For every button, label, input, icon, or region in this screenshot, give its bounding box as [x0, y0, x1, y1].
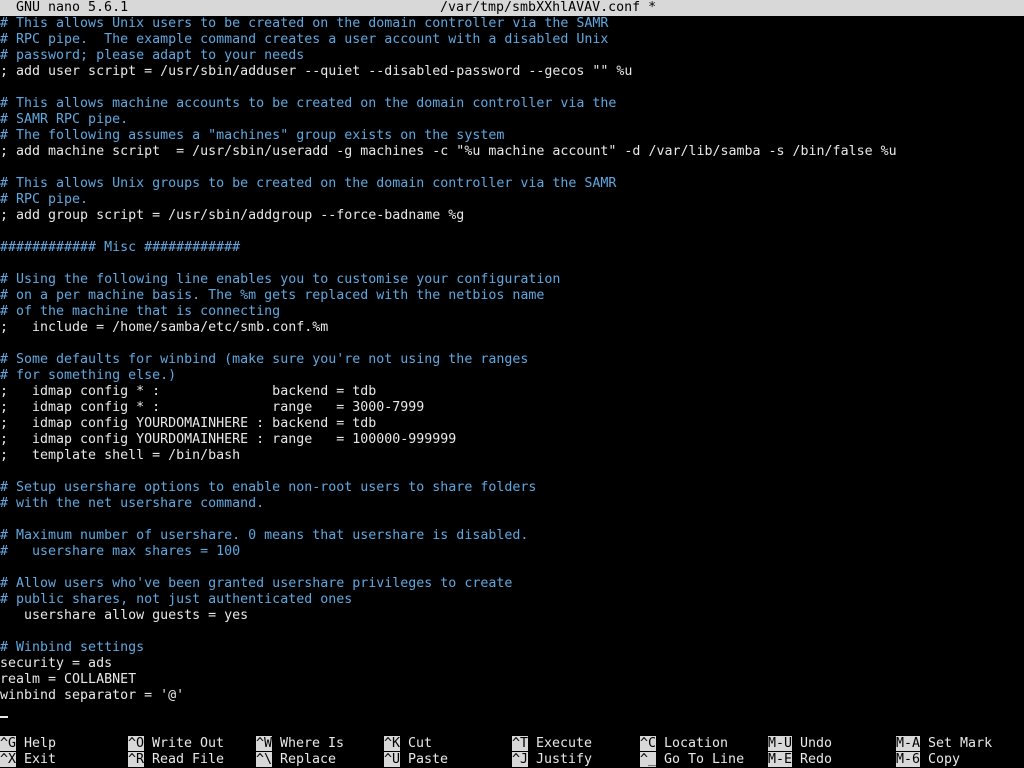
shortcut-key: ^\ — [256, 752, 273, 767]
config-line[interactable] — [0, 512, 1024, 528]
shortcut-location[interactable]: ^C Location — [640, 736, 728, 752]
shortcut-where-is[interactable]: ^W Where Is — [256, 736, 344, 752]
shortcut-key: ^J — [512, 752, 529, 767]
shortcut-key: M-A — [896, 736, 921, 751]
shortcut-undo[interactable]: M-U Undo — [768, 736, 832, 752]
shortcut-label: Where Is — [280, 736, 345, 751]
shortcut-label: Help — [24, 736, 57, 751]
config-line[interactable]: usershare allow guests = yes — [0, 608, 1024, 624]
comment-line[interactable]: # on a per machine basis. The %m gets re… — [0, 288, 1024, 304]
shortcut-label: Set Mark — [928, 736, 993, 751]
shortcut-key: M-6 — [896, 752, 921, 767]
shortcut-bar: ^G Help ^X Exit ^O Write Out ^R Read File ^W Wher… — [0, 736, 1024, 768]
config-line[interactable]: ; add machine script = /usr/sbin/useradd… — [0, 144, 1024, 160]
comment-line[interactable]: # This allows Unix users to be created o… — [0, 16, 1024, 32]
shortcut-label: Justify — [536, 752, 593, 767]
shortcut-key: ^U — [384, 752, 401, 767]
file-name: /var/tmp/smbXXhlAVAV.conf * — [440, 0, 657, 15]
comment-line[interactable]: # The following assumes a "machines" gro… — [0, 128, 1024, 144]
text-cursor — [0, 716, 8, 718]
shortcut-exit[interactable]: ^X Exit — [0, 752, 56, 768]
shortcut-label: Location — [664, 736, 729, 751]
comment-line[interactable]: # Maximum number of usershare. 0 means t… — [0, 528, 1024, 544]
comment-line[interactable]: # public shares, not just authenticated … — [0, 592, 1024, 608]
config-line[interactable] — [0, 256, 1024, 272]
config-line[interactable]: ; template shell = /bin/bash — [0, 448, 1024, 464]
shortcut-label: Cut — [408, 736, 433, 751]
shortcut-key: ^_ — [640, 752, 657, 767]
shortcut-key: ^T — [512, 736, 529, 751]
shortcut-label: Write Out — [152, 736, 225, 751]
comment-line[interactable]: # password; please adapt to your needs — [0, 48, 1024, 64]
shortcut-key: M-U — [768, 736, 793, 751]
shortcut-help[interactable]: ^G Help — [0, 736, 56, 752]
shortcut-redo[interactable]: M-E Redo — [768, 752, 832, 768]
shortcut-cut[interactable]: ^K Cut — [384, 736, 432, 752]
comment-line[interactable]: # with the net usershare command. — [0, 496, 1024, 512]
shortcut-key: ^R — [128, 752, 145, 767]
config-line[interactable] — [0, 464, 1024, 480]
config-line[interactable]: ; idmap config * : range = 3000-7999 — [0, 400, 1024, 416]
shortcut-write-out[interactable]: ^O Write Out — [128, 736, 224, 752]
config-line[interactable]: winbind separator = '@' — [0, 688, 1024, 704]
comment-line[interactable]: # for something else.) — [0, 368, 1024, 384]
shortcut-set-mark[interactable]: M-A Set Mark — [896, 736, 992, 752]
config-line[interactable]: ; add user script = /usr/sbin/adduser --… — [0, 64, 1024, 80]
shortcut-key: ^X — [0, 752, 17, 767]
comment-line[interactable]: # usershare max shares = 100 — [0, 544, 1024, 560]
config-line[interactable] — [0, 80, 1024, 96]
shortcut-key: ^W — [256, 736, 273, 751]
comment-line[interactable]: # Allow users who've been granted usersh… — [0, 576, 1024, 592]
config-line[interactable]: ; add group script = /usr/sbin/addgroup … — [0, 208, 1024, 224]
config-line[interactable] — [0, 560, 1024, 576]
config-line[interactable]: ; include = /home/samba/etc/smb.conf.%m — [0, 320, 1024, 336]
comment-line[interactable]: # This allows machine accounts to be cre… — [0, 96, 1024, 112]
shortcut-key: M-E — [768, 752, 793, 767]
comment-line[interactable]: # Some defaults for winbind (make sure y… — [0, 352, 1024, 368]
comment-line[interactable]: # of the machine that is connecting — [0, 304, 1024, 320]
shortcut-key: ^K — [384, 736, 401, 751]
shortcut-label: Read File — [152, 752, 225, 767]
cursor-line[interactable] — [0, 704, 1024, 720]
shortcut-read-file[interactable]: ^R Read File — [128, 752, 224, 768]
shortcut-copy[interactable]: M-6 Copy — [896, 752, 960, 768]
comment-line[interactable]: # RPC pipe. The example command creates … — [0, 32, 1024, 48]
config-line[interactable] — [0, 160, 1024, 176]
comment-line[interactable]: # SAMR RPC pipe. — [0, 112, 1024, 128]
comment-line[interactable]: # Using the following line enables you t… — [0, 272, 1024, 288]
comment-line[interactable]: ############ Misc ############ — [0, 240, 1024, 256]
comment-line[interactable]: # This allows Unix groups to be created … — [0, 176, 1024, 192]
title-bar: GNU nano 5.6.1 /var/tmp/smbXXhlAVAV.conf… — [0, 0, 1024, 16]
config-line[interactable]: security = ads — [0, 656, 1024, 672]
shortcut-label: Paste — [408, 752, 449, 767]
config-line[interactable]: ; idmap config YOURDOMAINHERE : backend … — [0, 416, 1024, 432]
shortcut-paste[interactable]: ^U Paste — [384, 752, 448, 768]
shortcut-label: Redo — [800, 752, 833, 767]
shortcut-key: ^O — [128, 736, 145, 751]
shortcut-execute[interactable]: ^T Execute — [512, 736, 592, 752]
shortcut-label: Exit — [24, 752, 57, 767]
config-line[interactable] — [0, 224, 1024, 240]
config-line[interactable]: ; idmap config YOURDOMAINHERE : range = … — [0, 432, 1024, 448]
text-editor-area[interactable]: # This allows Unix users to be created o… — [0, 16, 1024, 720]
shortcut-label: Execute — [536, 736, 593, 751]
shortcut-justify[interactable]: ^J Justify — [512, 752, 592, 768]
config-line[interactable]: ; idmap config * : backend = tdb — [0, 384, 1024, 400]
comment-line[interactable]: # Setup usershare options to enable non-… — [0, 480, 1024, 496]
shortcut-label: Copy — [928, 752, 961, 767]
shortcut-label: Replace — [280, 752, 337, 767]
comment-line[interactable]: # Winbind settings — [0, 640, 1024, 656]
shortcut-label: Undo — [800, 736, 833, 751]
shortcut-go-to-line[interactable]: ^_ Go To Line — [640, 752, 744, 768]
shortcut-replace[interactable]: ^\ Replace — [256, 752, 336, 768]
app-name: GNU nano 5.6.1 — [16, 0, 129, 15]
config-line[interactable] — [0, 336, 1024, 352]
config-line[interactable]: realm = COLLABNET — [0, 672, 1024, 688]
shortcut-label: Go To Line — [664, 752, 745, 767]
shortcut-key: ^C — [640, 736, 657, 751]
config-line[interactable] — [0, 624, 1024, 640]
comment-line[interactable]: # RPC pipe. — [0, 192, 1024, 208]
shortcut-key: ^G — [0, 736, 17, 751]
